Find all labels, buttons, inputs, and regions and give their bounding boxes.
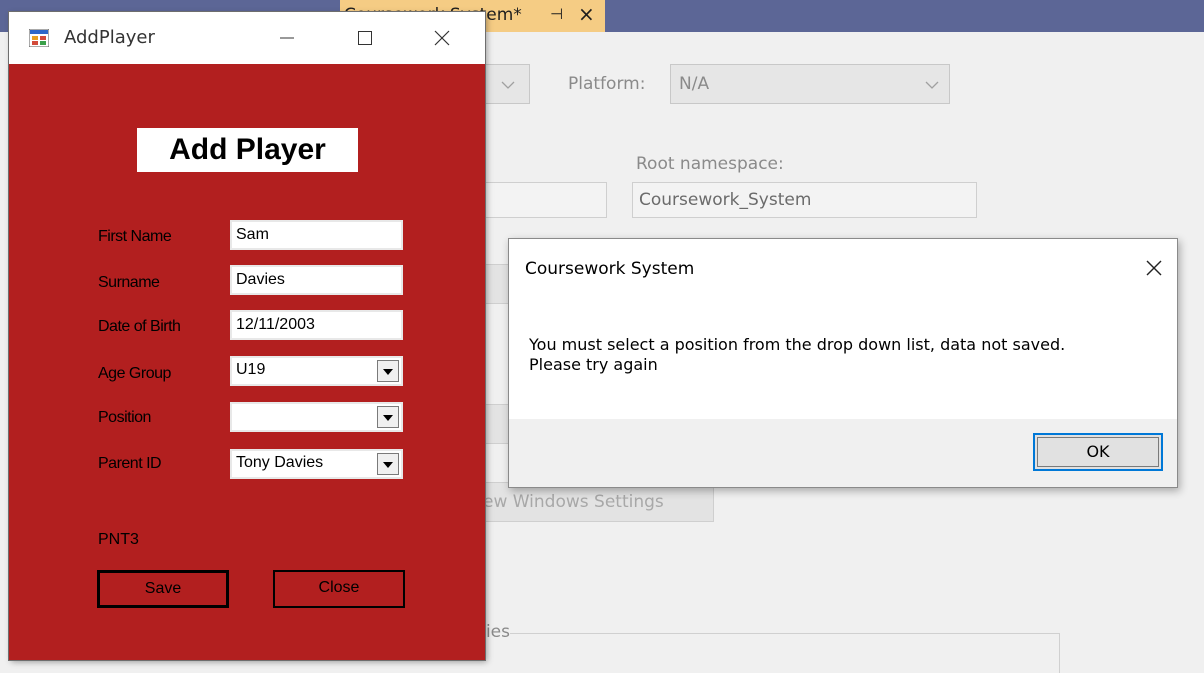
chevron-down-icon	[501, 81, 515, 89]
close-button[interactable]	[419, 22, 465, 54]
parent-id-value: Tony Davies	[236, 454, 324, 471]
configuration-combo[interactable]	[480, 64, 530, 104]
parent-id-label: Parent ID	[98, 455, 162, 472]
message-box-footer: OK	[509, 419, 1177, 487]
root-namespace-field[interactable]: Coursework_System	[632, 182, 977, 218]
chevron-down-icon[interactable]	[377, 360, 399, 382]
root-namespace-label: Root namespace:	[636, 154, 784, 174]
position-dropdown[interactable]	[230, 402, 403, 432]
close-form-button[interactable]: Close	[273, 570, 405, 608]
minimize-button[interactable]	[264, 22, 310, 54]
ok-button[interactable]: OK	[1033, 433, 1163, 471]
title-bar: AddPlayer	[9, 12, 485, 64]
surname-field[interactable]	[230, 265, 403, 295]
position-label: Position	[98, 409, 151, 426]
chevron-down-icon[interactable]	[377, 406, 399, 428]
player-id-text: PNT3	[98, 531, 139, 548]
message-text: You must select a position from the drop…	[529, 335, 1159, 375]
minimize-icon	[280, 37, 294, 39]
app-icon	[29, 29, 49, 47]
pin-icon[interactable]: ⊣	[550, 5, 563, 23]
close-icon	[434, 30, 450, 46]
age-group-dropdown[interactable]: U19	[230, 356, 403, 386]
first-name-label: First Name	[98, 228, 172, 245]
chevron-down-icon[interactable]	[377, 453, 399, 475]
close-icon[interactable]: ×	[578, 2, 595, 26]
message-box: Coursework System You must select a posi…	[508, 238, 1178, 488]
assembly-name-field[interactable]	[480, 182, 607, 218]
first-name-field[interactable]	[230, 220, 403, 250]
message-line-1: You must select a position from the drop…	[529, 335, 1066, 354]
age-group-label: Age Group	[98, 365, 171, 382]
platform-combo[interactable]: N/A	[670, 64, 950, 104]
chevron-down-icon	[925, 81, 939, 89]
message-box-title: Coursework System	[525, 259, 695, 279]
maximize-icon	[358, 31, 372, 45]
save-button[interactable]: Save	[97, 570, 229, 608]
close-icon[interactable]	[1145, 259, 1163, 277]
ok-button-label: OK	[1086, 442, 1110, 461]
surname-label: Surname	[98, 274, 160, 291]
parent-id-dropdown[interactable]: Tony Davies	[230, 449, 403, 479]
group-border-right	[1059, 633, 1060, 673]
root-namespace-value: Coursework_System	[639, 190, 812, 210]
window-title: AddPlayer	[64, 27, 155, 48]
page-heading: Add Player	[137, 128, 358, 172]
dob-field[interactable]	[230, 310, 403, 340]
age-group-value: U19	[236, 361, 266, 378]
view-windows-settings-label: View Windows Settings	[467, 492, 664, 512]
platform-value: N/A	[679, 74, 710, 94]
addplayer-window: AddPlayer Add Player First Name Surname …	[9, 12, 485, 660]
platform-label: Platform:	[568, 74, 646, 94]
maximize-button[interactable]	[342, 22, 388, 54]
group-border	[480, 633, 1060, 634]
message-line-2: Please try again	[529, 355, 658, 374]
dob-label: Date of Birth	[98, 318, 181, 335]
